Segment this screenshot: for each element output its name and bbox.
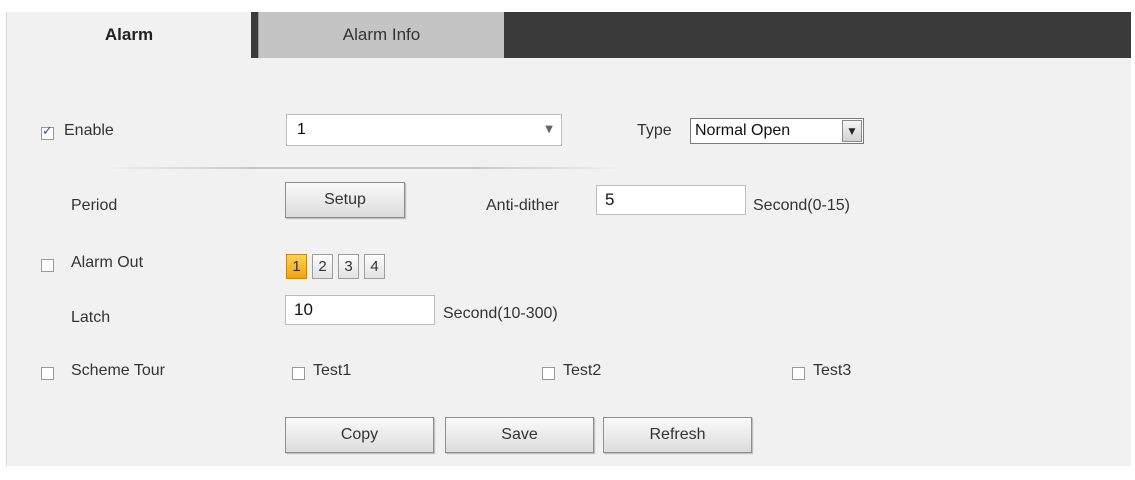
- period-setup-button[interactable]: Setup: [285, 182, 405, 218]
- chevron-down-icon: ▼: [545, 124, 553, 135]
- anti-dither-input[interactable]: [596, 185, 746, 215]
- enable-checkbox[interactable]: [41, 124, 54, 140]
- tab-bar: Alarm Alarm Info: [7, 12, 1131, 58]
- alarm-out-channel-4[interactable]: 4: [364, 254, 385, 279]
- tab-alarm[interactable]: Alarm: [7, 12, 251, 58]
- anti-dither-label: Anti-dither: [486, 197, 559, 214]
- latch-label: Latch: [71, 309, 111, 326]
- test2-checkbox[interactable]: [542, 367, 555, 380]
- alarm-out-channel-3[interactable]: 3: [338, 254, 359, 279]
- chevron-down-icon[interactable]: ▼: [842, 120, 862, 142]
- test3-label: Test3: [813, 362, 852, 379]
- type-select-value: Normal Open: [695, 122, 791, 139]
- save-button[interactable]: Save: [445, 417, 594, 453]
- alarm-out-checkbox[interactable]: [41, 259, 54, 272]
- type-label: Type: [637, 122, 672, 139]
- channel-select[interactable]: 1 ▼: [286, 114, 562, 146]
- alarm-out-channel-2[interactable]: 2: [312, 254, 333, 279]
- alarm-settings-panel: Alarm Alarm Info Enable 1 ▼ Type Normal …: [6, 12, 1131, 466]
- anti-dither-unit: Second(0-15): [753, 197, 850, 214]
- scheme-tour-label: Scheme Tour: [71, 362, 165, 379]
- test2-label: Test2: [563, 362, 602, 379]
- alarm-out-channel-1[interactable]: 1: [286, 254, 307, 279]
- alarm-out-label: Alarm Out: [71, 254, 144, 271]
- period-label: Period: [71, 197, 118, 214]
- copy-button[interactable]: Copy: [285, 417, 434, 453]
- latch-unit: Second(10-300): [443, 305, 558, 322]
- section-divider: [103, 167, 623, 169]
- test1-checkbox[interactable]: [292, 367, 305, 380]
- scheme-tour-checkbox[interactable]: [41, 367, 54, 380]
- test1-label: Test1: [313, 362, 352, 379]
- latch-input[interactable]: [285, 295, 435, 325]
- test3-checkbox[interactable]: [792, 367, 805, 380]
- refresh-button[interactable]: Refresh: [603, 417, 752, 453]
- enable-label: Enable: [64, 122, 114, 139]
- channel-select-value: 1: [297, 121, 306, 138]
- tab-alarm-info[interactable]: Alarm Info: [258, 12, 504, 58]
- type-select[interactable]: Normal Open ▼: [690, 118, 864, 144]
